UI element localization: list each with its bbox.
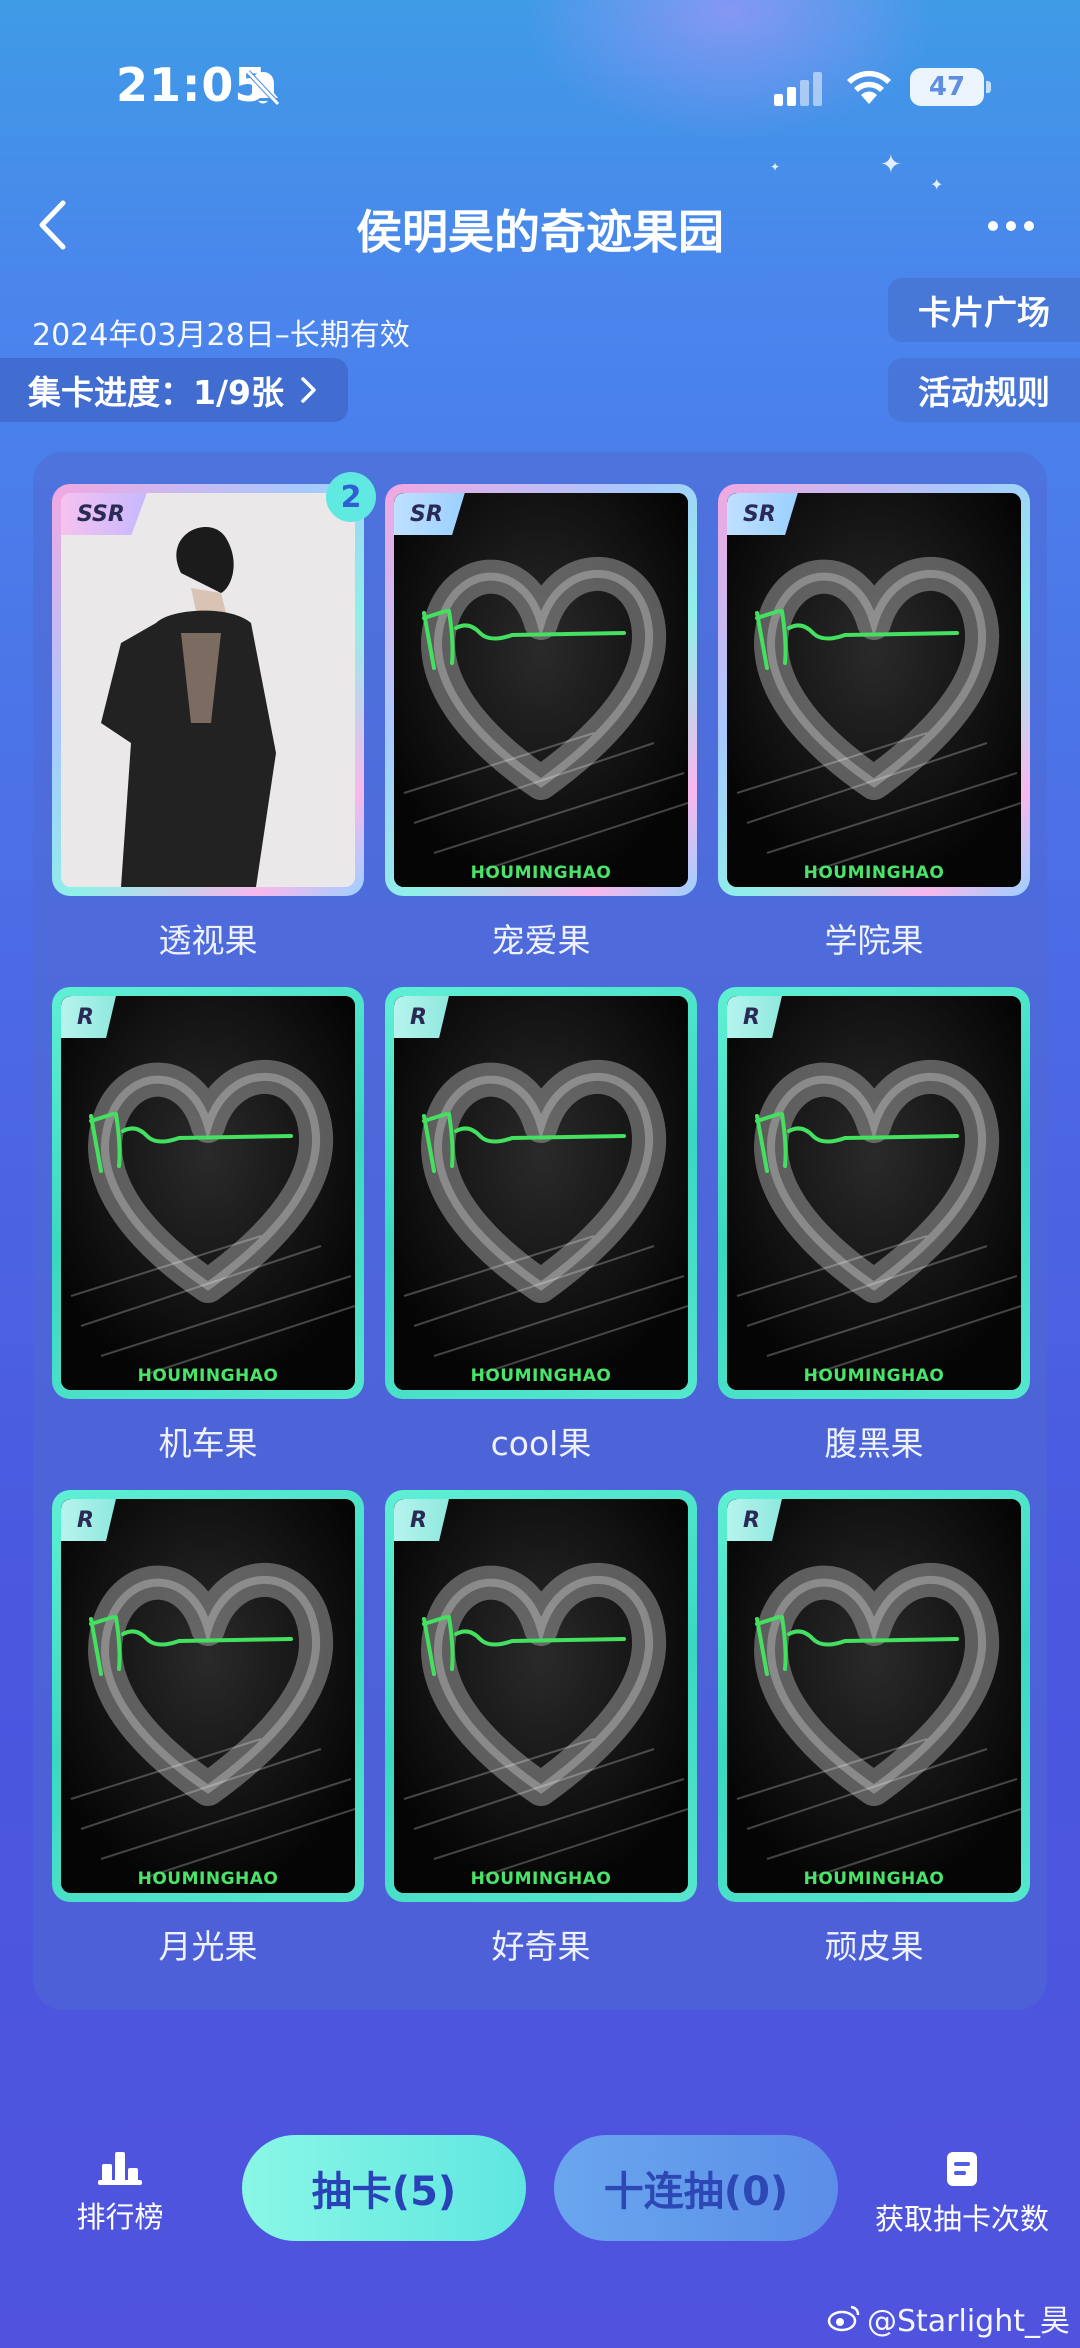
card-slot[interactable]: SR HOUMINGHAO 宠爱果 — [385, 484, 697, 962]
validity-date: 2024年03月28日–长期有效 — [32, 318, 410, 353]
card-portrait — [61, 493, 355, 887]
battery-indicator: 47 — [910, 68, 991, 106]
card-image: SR HOUMINGHAO — [727, 493, 1021, 887]
card-frame[interactable]: 2 SSR — [52, 472, 376, 896]
signal-icon — [774, 72, 822, 106]
card-image: R HOUMINGHAO — [61, 996, 355, 1390]
card-square-button[interactable]: 卡片广场 — [888, 278, 1080, 342]
card-artwork — [394, 1499, 688, 1893]
card-frame[interactable]: R HOUMINGHAO — [385, 987, 697, 1399]
card-slot[interactable]: R HOUMINGHAO cool果 — [385, 987, 697, 1465]
status-bar: 21:05 47 — [0, 0, 1080, 140]
card-frame[interactable]: R HOUMINGHAO — [52, 1490, 364, 1902]
card-brand-text: HOUMINGHAO — [137, 1869, 279, 1889]
card-frame[interactable]: R HOUMINGHAO — [718, 1490, 1030, 1902]
back-icon — [39, 200, 66, 250]
card-name: 透视果 — [158, 921, 258, 960]
more-icon — [988, 221, 998, 231]
sparkle-icon: ✦ — [930, 175, 944, 194]
card-name: 好奇果 — [491, 1927, 591, 1966]
card-frame[interactable]: R HOUMINGHAO — [385, 1490, 697, 1902]
leaderboard-label: 排行榜 — [76, 2200, 164, 2234]
card-slot[interactable]: R HOUMINGHAO 腹黑果 — [718, 987, 1030, 1465]
watermark: @Starlight_昊 — [827, 2296, 1070, 2340]
card-brand-text: HOUMINGHAO — [803, 863, 945, 883]
get-draws-button[interactable]: 获取抽卡次数 — [862, 2150, 1062, 2238]
card-brand-text: HOUMINGHAO — [470, 863, 612, 883]
card-brand-text: HOUMINGHAO — [803, 1869, 945, 1889]
card-frame[interactable]: R HOUMINGHAO — [52, 987, 364, 1399]
card-name: 机车果 — [158, 1424, 258, 1463]
activity-rules-button[interactable]: 活动规则 — [888, 358, 1080, 422]
card-image: R HOUMINGHAO — [727, 1499, 1021, 1893]
card-image: SR HOUMINGHAO — [394, 493, 688, 887]
card-frame[interactable]: R HOUMINGHAO — [718, 987, 1030, 1399]
card-brand-text: HOUMINGHAO — [470, 1869, 612, 1889]
card-artwork — [394, 996, 688, 1390]
card-name: 月光果 — [158, 1927, 258, 1966]
bar-chart-icon — [98, 2152, 142, 2185]
card-artwork — [727, 996, 1021, 1390]
card-image: R HOUMINGHAO — [61, 1499, 355, 1893]
leaderboard-button[interactable]: 排行榜 — [60, 2150, 180, 2236]
card-frame[interactable]: SR HOUMINGHAO — [718, 484, 1030, 896]
wifi-icon — [847, 70, 891, 104]
card-name: 顽皮果 — [824, 1927, 924, 1966]
back-button[interactable] — [22, 190, 82, 260]
sparkle-icon: ✦ — [770, 160, 781, 174]
more-icon — [1024, 221, 1034, 231]
card-brand-text: HOUMINGHAO — [470, 1366, 612, 1386]
card-image: R HOUMINGHAO — [394, 1499, 688, 1893]
card-frame[interactable]: SR HOUMINGHAO — [385, 484, 697, 896]
card-artwork — [727, 493, 1021, 887]
card-name: 腹黑果 — [824, 1424, 924, 1463]
collection-progress-label: 集卡进度：1/9张 — [28, 373, 284, 412]
card-artwork — [727, 1499, 1021, 1893]
card-image: SSR — [61, 493, 355, 887]
ten-draw-button[interactable]: 十连抽(0) — [554, 2135, 838, 2241]
card-image: R HOUMINGHAO — [394, 996, 688, 1390]
chevron-right-icon — [301, 377, 316, 403]
sparkle-icon: ✦ — [880, 150, 902, 180]
card-slot[interactable]: 2 SSR 透视果 — [52, 472, 376, 962]
more-icon — [1006, 221, 1016, 231]
card-name: 宠爱果 — [491, 921, 591, 960]
card-slot[interactable]: R HOUMINGHAO 顽皮果 — [718, 1490, 1030, 1968]
card-artwork — [394, 493, 688, 887]
draw-card-button[interactable]: 抽卡(5) — [242, 2135, 526, 2241]
watermark-text: @Starlight_昊 — [866, 2304, 1070, 2339]
card-name: 学院果 — [824, 921, 924, 960]
bell-muted-icon — [246, 70, 280, 106]
more-button[interactable] — [976, 208, 1046, 244]
document-icon — [947, 2152, 977, 2186]
card-brand-text: HOUMINGHAO — [137, 1366, 279, 1386]
page-title: 侯明昊的奇迹果园 — [356, 205, 724, 259]
get-draws-label: 获取抽卡次数 — [874, 2202, 1049, 2236]
collection-progress-button[interactable]: 集卡进度：1/9张 — [0, 358, 348, 422]
card-slot[interactable]: R HOUMINGHAO 好奇果 — [385, 1490, 697, 1968]
card-artwork — [61, 996, 355, 1390]
weibo-icon — [827, 2305, 860, 2332]
card-brand-text: HOUMINGHAO — [803, 1366, 945, 1386]
card-artwork — [61, 1499, 355, 1893]
card-image: R HOUMINGHAO — [727, 996, 1021, 1390]
card-slot[interactable]: SR HOUMINGHAO 学院果 — [718, 484, 1030, 962]
card-count-badge: 2 — [326, 472, 376, 522]
card-name: cool果 — [490, 1424, 592, 1463]
card-collection-panel: 2 SSR 透视果 SR HOUMINGHAO 宠爱果 SR HOUMINGHA… — [33, 452, 1047, 2010]
card-slot[interactable]: R HOUMINGHAO 机车果 — [52, 987, 364, 1465]
card-slot[interactable]: R HOUMINGHAO 月光果 — [52, 1490, 364, 1968]
